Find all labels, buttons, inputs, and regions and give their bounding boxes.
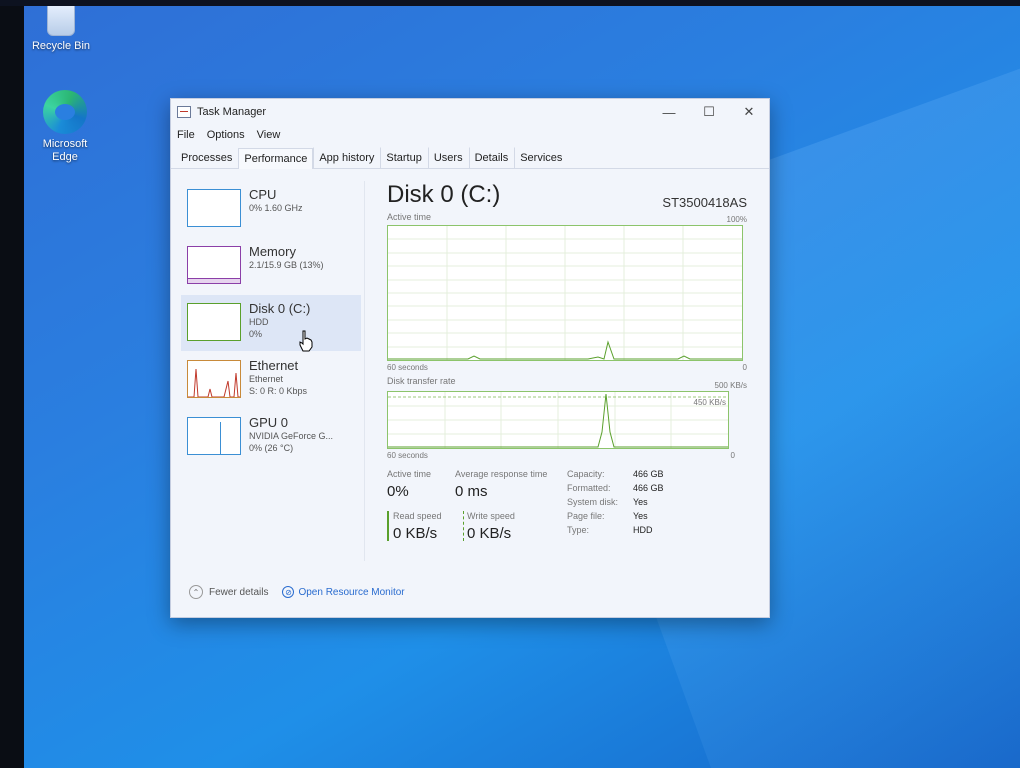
recycle-bin-label: Recycle Bin	[31, 40, 91, 52]
transfer-line-label: 450 KB/s	[693, 398, 726, 407]
prop-system-disk: System disk: Yes	[567, 497, 648, 507]
fewer-details-label: Fewer details	[209, 586, 269, 598]
chevron-up-icon: ⌃	[189, 585, 203, 599]
disk-detail: Disk 0 (C:) ST3500418AS Active time 100%	[387, 181, 747, 579]
tab-startup[interactable]: Startup	[380, 147, 427, 168]
recycle-bin-icon	[47, 6, 75, 36]
edge-label: Microsoft Edge	[42, 138, 88, 163]
sidebar-item-label: Ethernet	[249, 358, 299, 373]
stat-value: 0 KB/s	[467, 525, 512, 542]
open-resource-monitor-link[interactable]: ⊘ Open Resource Monitor	[282, 586, 405, 598]
sidebar-item-label: GPU 0	[249, 415, 289, 430]
memory-thumbnail-graph	[187, 246, 241, 284]
active-time-seconds-label: 60 seconds	[387, 363, 428, 372]
sidebar-item-detail: HDD	[249, 317, 269, 327]
stat-value: 0%	[387, 483, 409, 500]
transfer-seconds-label: 60 seconds	[387, 451, 428, 460]
hand-cursor-icon	[299, 330, 313, 352]
transfer-max: 500 KB/s	[714, 381, 747, 390]
stat-label: Read speed	[393, 511, 442, 521]
sidebar-item-disk[interactable]: Disk 0 (C:) HDD 0%	[181, 295, 361, 351]
minimize-button[interactable]: —	[649, 99, 689, 125]
recycle-bin-shortcut[interactable]: Recycle Bin	[26, 6, 96, 53]
active-time-graph-label: Active time	[387, 212, 432, 222]
stat-write-speed: Write speed 0 KB/s	[467, 511, 515, 542]
prop-page-file: Page file: Yes	[567, 511, 648, 521]
transfer-rate-graph: 450 KB/s	[387, 391, 729, 449]
cpu-thumbnail-graph	[187, 189, 241, 227]
disk-stats: Active time 0% Average response time 0 m…	[387, 469, 747, 579]
menu-options[interactable]: Options	[207, 129, 245, 141]
close-button[interactable]: ✕	[729, 99, 769, 125]
menu-file[interactable]: File	[177, 129, 195, 141]
tab-performance[interactable]: Performance	[238, 148, 314, 169]
fewer-details-button[interactable]: ⌃ Fewer details	[189, 585, 268, 599]
resource-list: CPU 0% 1.60 GHz Memory 2.1/15.9 GB (13%)…	[181, 181, 361, 466]
sidebar-item-detail: NVIDIA GeForce G...	[249, 431, 334, 441]
sidebar-item-label: Disk 0 (C:)	[249, 301, 311, 316]
active-time-zero: 0	[742, 363, 747, 372]
task-manager-icon	[177, 106, 191, 118]
transfer-graph-label: Disk transfer rate	[387, 376, 456, 386]
tab-users[interactable]: Users	[427, 147, 469, 168]
monitor-bezel-left	[0, 0, 24, 768]
sidebar-item-detail: 2.1/15.9 GB (13%)	[249, 260, 324, 270]
stat-label: Write speed	[467, 511, 515, 521]
maximize-button[interactable]: ☐	[689, 99, 729, 125]
active-time-graph	[387, 225, 743, 361]
resource-monitor-icon: ⊘	[282, 586, 295, 598]
sidebar-item-detail: S: 0 R: 0 Kbps	[249, 386, 308, 396]
footer: ⌃ Fewer details ⊘ Open Resource Monitor	[189, 585, 405, 599]
window-title: Task Manager	[197, 106, 267, 118]
prop-formatted: Formatted: 466 GB	[567, 483, 664, 493]
active-time-max: 100%	[726, 215, 747, 224]
sidebar-item-label: CPU	[249, 187, 277, 202]
active-time-grid	[388, 226, 742, 360]
stat-avg-response: Average response time 0 ms	[455, 469, 547, 500]
stat-label: Average response time	[455, 469, 548, 479]
tab-strip: Processes Performance App history Startu…	[171, 145, 769, 169]
tab-app-history[interactable]: App history	[313, 147, 380, 168]
stat-value: 0 KB/s	[393, 525, 438, 542]
write-speed-indicator	[463, 511, 464, 541]
prop-capacity: Capacity: 466 GB	[567, 469, 664, 479]
sidebar-item-gpu[interactable]: GPU 0 NVIDIA GeForce G... 0% (26 °C)	[181, 409, 361, 465]
prop-type: Type: HDD	[567, 525, 653, 535]
tab-services[interactable]: Services	[514, 147, 568, 168]
sidebar-item-memory[interactable]: Memory 2.1/15.9 GB (13%)	[181, 238, 361, 294]
menu-bar: File Options View	[171, 125, 769, 145]
sidebar-item-detail: Ethernet	[249, 374, 284, 384]
menu-view[interactable]: View	[257, 129, 281, 141]
edge-shortcut[interactable]: Microsoft Edge	[30, 90, 100, 164]
tab-processes[interactable]: Processes	[175, 147, 238, 168]
task-manager-window: Task Manager — ☐ ✕ File Options View Pro…	[170, 98, 770, 618]
performance-panel: CPU 0% 1.60 GHz Memory 2.1/15.9 GB (13%)…	[171, 171, 769, 617]
titlebar[interactable]: Task Manager — ☐ ✕	[171, 99, 769, 125]
stat-label: Active time	[387, 469, 432, 479]
open-resource-monitor-label: Open Resource Monitor	[298, 586, 405, 598]
sidebar-item-ethernet[interactable]: Ethernet Ethernet S: 0 R: 0 Kbps	[181, 352, 361, 408]
disk-properties: Capacity: 466 GB Formatted: 466 GB Syste…	[567, 469, 664, 539]
stat-value: 0 ms	[455, 483, 488, 500]
stat-active-time: Active time 0%	[387, 469, 431, 500]
sidebar-item-label: Memory	[249, 244, 296, 259]
transfer-rate-grid	[388, 392, 728, 448]
disk-model: ST3500418AS	[662, 195, 747, 210]
read-speed-indicator	[387, 511, 389, 541]
edge-icon	[43, 90, 87, 134]
sidebar-item-detail: 0% (26 °C)	[249, 443, 294, 453]
tab-details[interactable]: Details	[468, 147, 515, 168]
sidebar-item-cpu[interactable]: CPU 0% 1.60 GHz	[181, 181, 361, 237]
sidebar-item-detail: 0% 1.60 GHz	[249, 203, 303, 213]
panel-divider	[364, 181, 365, 561]
gpu-thumbnail-graph	[187, 417, 241, 455]
disk-thumbnail-graph	[187, 303, 241, 341]
ethernet-thumbnail-graph	[187, 360, 241, 398]
transfer-zero: 0	[730, 451, 735, 460]
stat-read-speed: Read speed 0 KB/s	[393, 511, 442, 542]
